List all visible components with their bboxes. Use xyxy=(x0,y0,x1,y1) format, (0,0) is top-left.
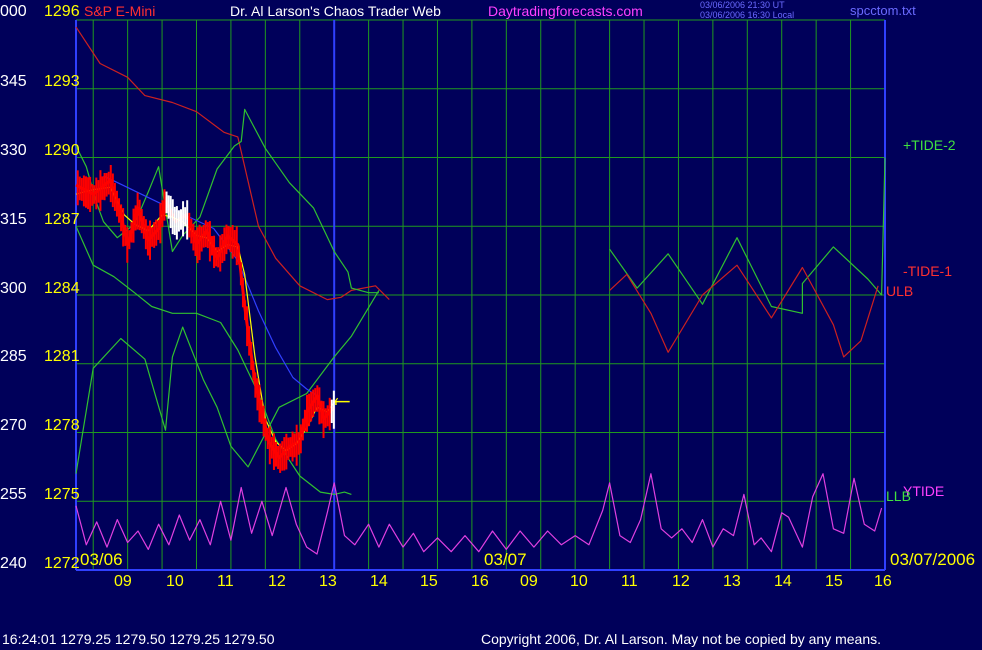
date-label: 03/07/2006 xyxy=(890,550,976,569)
copyright: Copyright 2006, Dr. Al Larson. May not b… xyxy=(481,631,882,647)
left-level-label: 255 xyxy=(0,486,27,503)
price-level-label: 1296 xyxy=(44,3,80,20)
hour-label: 09 xyxy=(520,573,538,590)
tide-1-label: -TIDE-1 xyxy=(903,263,952,279)
llb-label: LLB xyxy=(886,488,911,504)
tide-2-label: +TIDE-2 xyxy=(903,137,956,153)
hour-label: 11 xyxy=(621,573,638,590)
price-level-label: 1281 xyxy=(44,348,80,365)
hour-label: 12 xyxy=(672,573,690,590)
date-label: 03/07 xyxy=(484,550,527,569)
chart-title: Dr. Al Larson's Chaos Trader Web xyxy=(230,3,441,19)
symbol-label: S&P E-Mini xyxy=(84,3,156,19)
hour-label: 15 xyxy=(825,573,843,590)
price-level-label: 1287 xyxy=(44,211,80,228)
left-level-label: 345 xyxy=(0,73,27,90)
price-bars xyxy=(76,164,350,473)
site-link[interactable]: Daytradingforecasts.com xyxy=(488,4,643,18)
hour-label: 13 xyxy=(319,573,337,590)
last-price-marker xyxy=(335,400,350,405)
hour-label: 16 xyxy=(874,573,892,590)
hour-label: 09 xyxy=(114,573,132,590)
left-level-label: 240 xyxy=(0,555,27,572)
hour-label: 15 xyxy=(420,573,438,590)
timestamp-local: 03/06/2006 16:30 Local xyxy=(700,10,795,20)
ulb-label: ULB xyxy=(886,283,914,299)
chart-grid xyxy=(75,19,886,571)
quote-line: 16:24:01 1279.25 1279.50 1279.25 1279.50 xyxy=(2,631,275,647)
chart-series xyxy=(75,26,886,555)
left-level-label: 270 xyxy=(0,417,27,434)
left-level-label: 315 xyxy=(0,211,27,228)
left-level-label: 000 xyxy=(0,3,27,20)
left-level-label: 300 xyxy=(0,280,27,297)
price-level-label: 1284 xyxy=(44,280,80,297)
hour-label: 16 xyxy=(471,573,489,590)
series-ulb xyxy=(75,26,390,301)
left-level-label: 330 xyxy=(0,142,27,159)
series-tide-1 xyxy=(609,264,879,358)
hour-label: 10 xyxy=(570,573,588,590)
left-level-label: 285 xyxy=(0,348,27,365)
price-level-label: 1272 xyxy=(44,555,80,572)
price-level-label: 1275 xyxy=(44,486,80,503)
hour-label: 14 xyxy=(370,573,388,590)
price-level-label: 1290 xyxy=(44,142,80,159)
price-level-label: 1293 xyxy=(44,73,80,90)
hour-label: 10 xyxy=(166,573,184,590)
hour-label: 11 xyxy=(217,573,234,590)
hour-label: 12 xyxy=(268,573,286,590)
series-moving-average xyxy=(75,186,339,452)
date-label: 03/06 xyxy=(80,550,123,569)
hour-label: 13 xyxy=(723,573,741,590)
file-name: spcctom.txt xyxy=(850,3,916,18)
price-level-label: 1278 xyxy=(44,417,80,434)
hour-label: 14 xyxy=(774,573,792,590)
